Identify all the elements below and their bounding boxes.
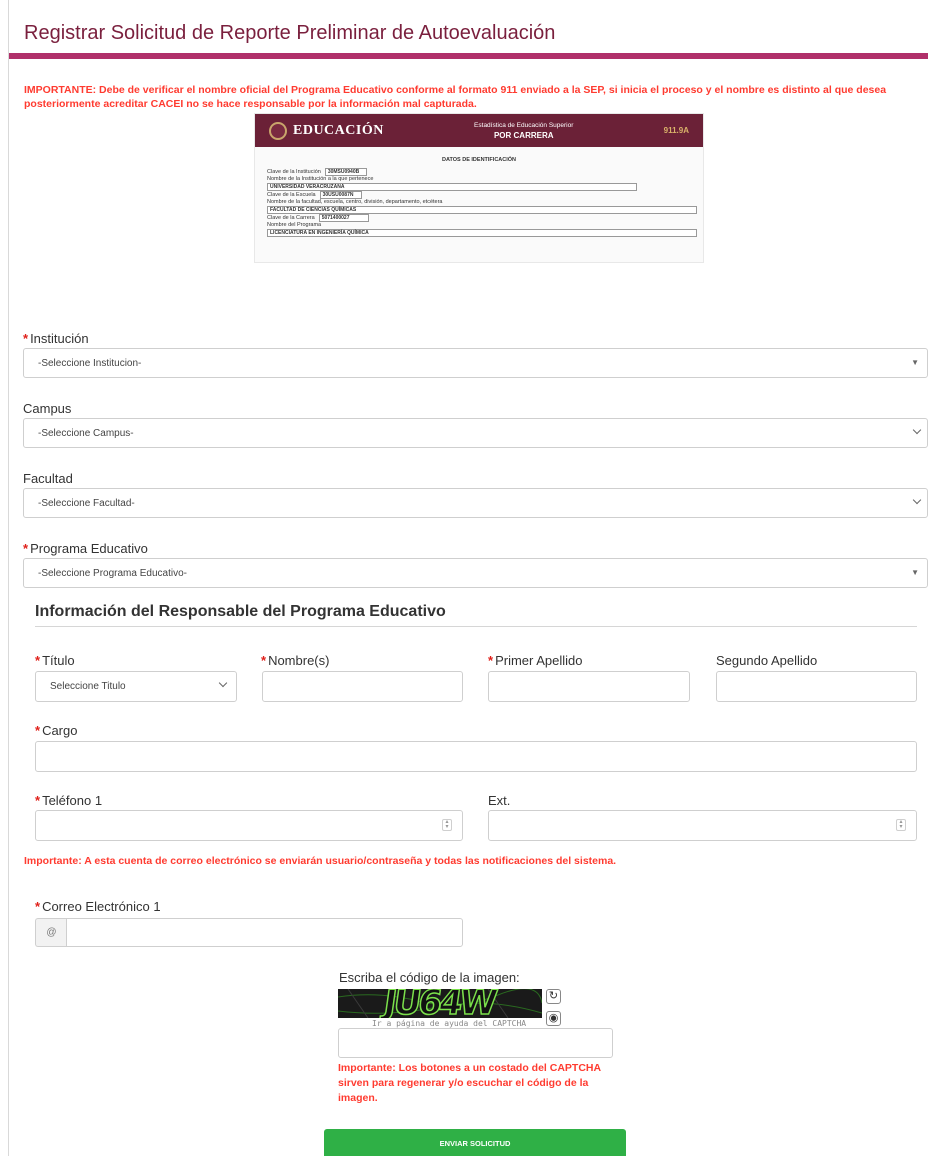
sep-header-sub: Estadística de Educación Superior — [474, 121, 574, 129]
campus-selected: -Seleccione Campus- — [38, 427, 134, 439]
sep-form-reference-image: EDUCACIÓN Estadística de Educación Super… — [254, 113, 704, 263]
facultad-selected: -Seleccione Facultad- — [38, 497, 135, 509]
facultad-label: Facultad — [23, 471, 73, 486]
sep-row: Clave de la Escuela 30USU0087N — [267, 191, 691, 199]
telefono-label: * Teléfono 1 — [35, 793, 102, 808]
number-spinner-icon[interactable]: ▴ ▾ — [896, 819, 906, 831]
captcha-image: JU64W — [338, 989, 542, 1018]
institucion-selected: -Seleccione Institucion- — [38, 357, 142, 369]
titulo-selected: Seleccione Titulo — [50, 681, 126, 692]
programa-select[interactable]: -Seleccione Programa Educativo- ▼ — [23, 558, 928, 588]
email-important-notice: Importante: A esta cuenta de correo elec… — [24, 855, 617, 867]
cargo-label-text: Cargo — [42, 723, 78, 738]
institucion-select[interactable]: -Seleccione Institucion- ▼ — [23, 348, 928, 378]
captcha-code: JU64W — [380, 989, 497, 1018]
primer-apellido-label: * Primer Apellido — [488, 653, 583, 668]
campus-label: Campus — [23, 401, 72, 416]
captcha-important-notice: Importante: Los botones a un costado del… — [338, 1062, 601, 1104]
seal-icon — [269, 121, 287, 140]
titulo-label-text: Título — [42, 653, 75, 668]
sep-row-label: Clave de la Institución — [267, 169, 321, 175]
captcha-help-link[interactable]: Ir a página de ayuda del CAPTCHA — [372, 1019, 526, 1028]
sep-row: Clave de la Carrera 5071400027 — [267, 214, 691, 222]
telefono-input[interactable]: ▴ ▾ — [35, 810, 463, 841]
sep-row-value: LICENCIATURA EN INGENIERÍA QUÍMICA — [267, 229, 697, 237]
campus-select[interactable]: -Seleccione Campus- — [23, 418, 928, 448]
sep-row-label: Clave de la Carrera — [267, 215, 315, 221]
institucion-label-text: Institución — [30, 331, 89, 346]
page-title: Registrar Solicitud de Reporte Prelimina… — [24, 22, 556, 44]
sep-row: Clave de la Institución 30MSU0940B — [267, 168, 691, 176]
nombre-label-text: Nombre(s) — [268, 653, 330, 668]
sep-header: EDUCACIÓN Estadística de Educación Super… — [255, 114, 703, 147]
required-asterisk: * — [35, 723, 41, 738]
cargo-label: * Cargo — [35, 723, 77, 738]
correo-label: * Correo Electrónico 1 — [35, 899, 161, 914]
sep-logo-text: EDUCACIÓN — [293, 122, 384, 138]
telefono-label-text: Teléfono 1 — [42, 793, 103, 808]
audio-icon[interactable]: ◉ — [546, 1011, 561, 1026]
sep-logo: EDUCACIÓN — [269, 121, 384, 140]
at-sign-icon: @ — [35, 918, 67, 947]
correo-input[interactable] — [66, 918, 463, 947]
primer-apellido-input[interactable] — [488, 671, 690, 702]
sep-row-label: Clave de la Escuela — [267, 192, 316, 198]
sep-code: 911.9A — [663, 126, 689, 135]
required-asterisk: * — [488, 653, 494, 668]
sep-row-label: Nombre del Programa — [267, 222, 322, 228]
nombre-input[interactable] — [262, 671, 463, 702]
sep-header-center: Estadística de Educación Superior POR CA… — [474, 121, 573, 141]
sep-row-value: 30USU0087N — [319, 191, 362, 199]
segundo-apellido-input[interactable] — [716, 671, 917, 702]
submit-button[interactable]: ENVIAR SOLICITUD — [324, 1129, 626, 1156]
section-title: Información del Responsable del Programa… — [35, 603, 446, 620]
programa-selected: -Seleccione Programa Educativo- — [38, 567, 187, 579]
caret-down-icon: ▼ — [911, 568, 919, 577]
required-asterisk: * — [261, 653, 267, 668]
title-underline — [9, 53, 928, 59]
chevron-down-icon — [218, 678, 228, 688]
institucion-label: * Institución — [23, 331, 89, 346]
section-divider — [35, 626, 917, 627]
sep-row-value: UNIVERSIDAD VERACRUZANA — [267, 183, 637, 191]
required-asterisk: * — [23, 331, 29, 346]
programa-label: * Programa Educativo — [23, 541, 148, 556]
facultad-select[interactable]: -Seleccione Facultad- — [23, 488, 928, 518]
sep-row-value: FACULTAD DE CIENCIAS QUÍMICAS — [267, 206, 697, 214]
chevron-down-icon — [912, 495, 922, 505]
titulo-label: * Título — [35, 653, 75, 668]
programa-label-text: Programa Educativo — [30, 541, 148, 556]
sep-row-label: Nombre de la Institución a la que perten… — [267, 176, 374, 182]
ext-input[interactable]: ▴ ▾ — [488, 810, 917, 841]
nombre-label: * Nombre(s) — [261, 653, 329, 668]
left-border — [8, 0, 9, 1156]
titulo-select[interactable]: Seleccione Titulo — [35, 671, 237, 702]
sep-header-main: POR CARRERA — [493, 130, 554, 140]
required-asterisk: * — [35, 793, 41, 808]
sep-row-label: Nombre de la facultad, escuela, centro, … — [267, 199, 443, 205]
caret-down-icon: ▼ — [911, 358, 919, 367]
sep-row-value: 30MSU0940B — [324, 168, 367, 176]
sep-section-title: DATOS DE IDENTIFICACIÓN — [441, 157, 517, 163]
important-notice: IMPORTANTE: Debe de verificar el nombre … — [24, 84, 887, 110]
segundo-apellido-label: Segundo Apellido — [716, 653, 818, 668]
sep-body: DATOS DE IDENTIFICACIÓN Clave de la Inst… — [255, 147, 703, 237]
refresh-icon[interactable]: ↻ — [546, 989, 561, 1004]
captcha-input[interactable] — [338, 1028, 613, 1058]
chevron-down-icon — [912, 425, 922, 435]
ext-label: Ext. — [488, 793, 511, 808]
captcha-label: Escriba el código de la imagen: — [339, 970, 520, 985]
required-asterisk: * — [23, 541, 29, 556]
primer-apellido-label-text: Primer Apellido — [495, 653, 583, 668]
required-asterisk: * — [35, 653, 41, 668]
number-spinner-icon[interactable]: ▴ ▾ — [442, 819, 452, 831]
sep-row-value: 5071400027 — [318, 214, 369, 222]
required-asterisk: * — [35, 899, 41, 914]
cargo-input[interactable] — [35, 741, 917, 772]
correo-label-text: Correo Electrónico 1 — [42, 899, 161, 914]
